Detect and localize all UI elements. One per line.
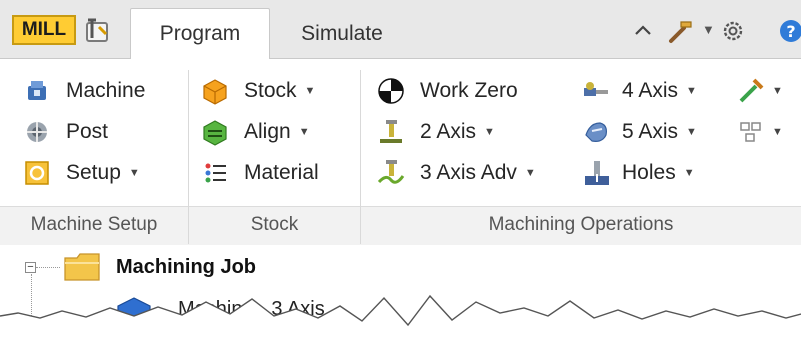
group-label-machine-setup: Machine Setup	[30, 214, 158, 235]
align-button[interactable]: Align ▼	[200, 114, 310, 150]
three-axis-adv-label: 3 Axis Adv	[420, 161, 517, 184]
five-axis-button[interactable]: 5 Axis ▼	[582, 114, 697, 150]
group-separator	[188, 206, 189, 244]
collapse-toggle[interactable]: −	[25, 262, 36, 273]
setup-dropdown-icon[interactable]: ▼	[129, 167, 140, 179]
five-axis-label: 5 Axis	[622, 120, 679, 143]
more-options-dropdown-icon[interactable]: ▼	[772, 126, 783, 138]
two-axis-icon	[380, 120, 402, 143]
stock-dropdown-icon[interactable]: ▼	[305, 85, 316, 97]
material-list-icon	[205, 163, 226, 183]
wrench-hammer-icon[interactable]	[667, 18, 695, 44]
tab-simulate[interactable]: Simulate	[282, 8, 402, 59]
torn-edge	[0, 294, 801, 343]
gear-icon[interactable]	[720, 18, 746, 44]
stock-icon	[203, 79, 227, 105]
setup-button[interactable]: Setup ▼	[22, 155, 140, 191]
two-axis-button[interactable]: 2 Axis ▼	[376, 114, 495, 150]
four-axis-button[interactable]: 4 Axis ▼	[582, 73, 697, 109]
align-icon	[203, 120, 227, 146]
holes-button[interactable]: Holes ▼	[582, 155, 695, 191]
align-label: Align	[244, 120, 291, 143]
more-options-button[interactable]: ▼	[736, 114, 783, 150]
machine-icon	[28, 81, 46, 100]
group-separator	[360, 206, 361, 244]
five-axis-dropdown-icon[interactable]: ▼	[686, 126, 697, 138]
setup-label: Setup	[66, 161, 121, 184]
more-tools-button[interactable]: ▼	[736, 73, 783, 109]
three-axis-adv-dropdown-icon[interactable]: ▼	[525, 167, 536, 179]
app-menu-button[interactable]: MILL	[12, 15, 76, 45]
post-button[interactable]: Post	[22, 114, 108, 150]
group-label-stock: Stock	[250, 214, 299, 235]
four-axis-dropdown-icon[interactable]: ▼	[686, 85, 697, 97]
tool-library-icon	[739, 78, 764, 103]
work-zero-icon	[378, 78, 404, 104]
group-label-machining-operations: Machining Operations	[488, 214, 674, 235]
holes-icon	[585, 161, 609, 185]
align-dropdown-icon[interactable]: ▼	[299, 126, 310, 138]
tree-connector	[36, 267, 60, 268]
post-icon	[27, 122, 47, 142]
more-tools-dropdown-icon[interactable]: ▼	[772, 85, 783, 97]
three-axis-adv-button[interactable]: 3 Axis Adv ▼	[376, 155, 536, 191]
help-icon[interactable]: ?	[778, 18, 801, 44]
two-axis-label: 2 Axis	[420, 120, 477, 143]
post-label: Post	[66, 120, 109, 143]
three-axis-adv-icon	[377, 160, 405, 184]
material-button[interactable]: Material	[200, 155, 319, 191]
four-axis-label: 4 Axis	[622, 79, 679, 102]
folder-icon	[64, 253, 100, 281]
setup-icon	[25, 161, 49, 185]
quick-access-tools-icon[interactable]	[80, 14, 114, 48]
holes-label: Holes	[622, 161, 676, 184]
tab-program[interactable]: Program	[130, 8, 270, 59]
svg-text:?: ?	[786, 22, 795, 41]
options-grid-icon	[740, 122, 761, 142]
tree-root-machining-job[interactable]: Machining Job	[116, 256, 256, 279]
machine-button[interactable]: Machine	[22, 73, 145, 109]
two-axis-dropdown-icon[interactable]: ▼	[484, 126, 495, 138]
stock-button[interactable]: Stock ▼	[200, 73, 315, 109]
material-label: Material	[244, 161, 319, 184]
holes-dropdown-icon[interactable]: ▼	[684, 167, 695, 179]
minimize-ribbon-icon[interactable]	[632, 18, 654, 44]
five-axis-icon	[585, 122, 607, 142]
tools-dropdown-icon[interactable]: ▼	[702, 22, 715, 37]
work-zero-button[interactable]: Work Zero	[376, 73, 518, 109]
work-zero-label: Work Zero	[420, 79, 518, 102]
stock-label: Stock	[244, 79, 297, 102]
four-axis-icon	[584, 82, 608, 96]
machine-label: Machine	[66, 79, 146, 102]
